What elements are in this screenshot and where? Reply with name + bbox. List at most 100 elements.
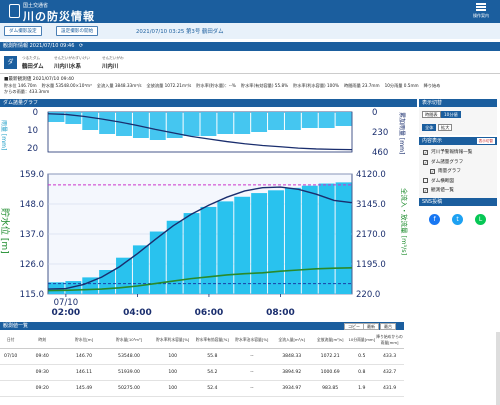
level-tick-label: 148.0 bbox=[20, 200, 44, 210]
rain-bar bbox=[149, 112, 166, 140]
stat-item: 降り始め bbox=[423, 83, 441, 88]
x-tick-label-date: 07/10 bbox=[54, 298, 79, 308]
all-range-button[interactable]: 全体 bbox=[422, 124, 437, 131]
rain-bar bbox=[301, 112, 318, 128]
table-cell: -- bbox=[232, 348, 272, 365]
cumrain-tick-label: 0 bbox=[372, 108, 377, 118]
report-datetime: 2021/07/10 03:25 第3号 鶴田ダム bbox=[136, 29, 224, 35]
table-cell: 1.9 bbox=[348, 380, 376, 397]
flow-axis-label: 全流入・放流量 [m³/s] bbox=[400, 188, 409, 255]
observation-table-section: 観測値一覧 コピー 最新 最古 日付 時刻 貯水位[m] 貯水量[10³m³] 貯水率利… bbox=[0, 322, 500, 405]
display-checkbox-label: 観測値一覧 bbox=[431, 188, 454, 193]
rain-tick-label: 20 bbox=[27, 144, 38, 154]
stat-item: 全流入量 3848.33m³/s bbox=[96, 83, 142, 88]
latest-button[interactable]: 最新 bbox=[363, 323, 379, 330]
ten-min-button[interactable]: 10分値 bbox=[441, 111, 461, 118]
level-tick-label: 137.0 bbox=[20, 230, 44, 240]
flow-tick-label: 4120.0 bbox=[356, 170, 386, 180]
table-body: 07/10 09:40 146.70 53548.00 100 55.8 -- 3848.33… bbox=[0, 348, 404, 397]
table-cell: 433.3 bbox=[375, 348, 404, 365]
display-checkbox-label: ダム諸量グラフ bbox=[431, 159, 464, 165]
inflow-bar bbox=[301, 185, 318, 294]
auto-capture-button[interactable]: 設定撮影の開始 bbox=[56, 26, 99, 36]
x-tick-label: 08:00 bbox=[266, 308, 295, 318]
display-checkbox[interactable]: ダム横断図 bbox=[423, 177, 454, 184]
divider bbox=[0, 73, 500, 74]
checkbox-checked-icon: ✓ bbox=[423, 150, 428, 155]
inflow-bar bbox=[284, 187, 301, 294]
rain-bar bbox=[335, 112, 352, 126]
display-checkbox-label: 河川予警報情報一覧 bbox=[431, 150, 473, 155]
graph-section-title: ダム諸量グラフ bbox=[3, 100, 39, 106]
checkbox-unchecked-icon bbox=[423, 177, 428, 183]
dam-name: 鶴田ダム bbox=[22, 64, 44, 70]
display-checkbox[interactable]: ✓ ダム諸量グラフ bbox=[423, 159, 463, 165]
table-cell: 1000.69 bbox=[311, 364, 349, 381]
cumrain-axis-label: 累加雨量 [mm] bbox=[398, 112, 406, 154]
hourly-button[interactable]: 時間表 bbox=[422, 111, 441, 118]
table-row: 07/10 09:40 146.70 53548.00 100 55.8 -- 3848.33… bbox=[0, 348, 404, 365]
flow-tick-label: 220.0 bbox=[356, 290, 380, 300]
column-header: 貯水率利水容量[%] bbox=[152, 332, 193, 349]
content-display-tag[interactable]: 表示切替 bbox=[476, 138, 495, 144]
rain-bar bbox=[99, 112, 116, 134]
dam-settings-button[interactable]: ダム撮影設定 bbox=[4, 26, 42, 36]
rain-tick-label: 0 bbox=[33, 108, 38, 118]
menu-button[interactable]: 操作案内 bbox=[468, 3, 494, 19]
inflow-bar bbox=[335, 182, 352, 294]
dam-graph-svg: 0 10 20 0 230 460 雨量 [mm] 累加雨量 [mm] 159.0 148.0 13… bbox=[0, 108, 409, 318]
stat-item: 10分雨量 0.5mm bbox=[384, 83, 419, 88]
dam-name-col: つるたダム 鶴田ダム bbox=[22, 56, 44, 70]
rain-bar bbox=[268, 112, 284, 130]
copy-button[interactable]: コピー bbox=[344, 323, 364, 330]
rain-bar bbox=[251, 112, 268, 132]
table-cell bbox=[0, 364, 22, 381]
display-checkbox[interactable]: ✓ 河川予警報情報一覧 bbox=[423, 149, 472, 155]
display-checkbox[interactable]: ✓ 雨量グラフ bbox=[430, 168, 461, 174]
table-cell: 100 bbox=[152, 380, 193, 397]
table-cell: 50275.00 bbox=[105, 380, 153, 397]
table-scrollbar[interactable] bbox=[496, 332, 500, 405]
refresh-icon[interactable]: ⟳ bbox=[79, 43, 83, 49]
mlit-logo-icon bbox=[9, 4, 20, 18]
rain-bar bbox=[318, 112, 335, 128]
table-cell: 146.11 bbox=[63, 364, 106, 381]
cumrain-tick-label: 230 bbox=[372, 128, 388, 138]
graph-section-header: ダム諸量グラフ bbox=[0, 99, 417, 107]
x-tick-label: 04:00 bbox=[123, 308, 152, 318]
column-header: 貯水量[10³m³] bbox=[105, 332, 153, 349]
rain-bar bbox=[284, 112, 301, 130]
line-icon[interactable]: L bbox=[475, 214, 486, 225]
twitter-icon[interactable]: t bbox=[452, 214, 463, 225]
level-axis-label: 貯水位 [m] bbox=[0, 208, 11, 254]
level-tick-label: 126.0 bbox=[20, 260, 44, 270]
rain-bar bbox=[183, 112, 200, 136]
cumulative-rain-note: からの雨量：433.3mm bbox=[4, 89, 50, 94]
facebook-icon[interactable]: f bbox=[429, 214, 440, 225]
display-checkbox[interactable]: ✓ 観測値一覧 bbox=[423, 187, 454, 193]
stat-item: 貯水量 53548.00×10³m³ bbox=[41, 83, 92, 88]
latest-observation-time: ■最新観測値 2021/07/10 09:40 bbox=[4, 77, 74, 82]
column-header: 日付 bbox=[0, 332, 22, 349]
table-cell: 54.2 bbox=[192, 364, 233, 381]
table-cell: 100 bbox=[152, 364, 193, 381]
rain-tick-label: 10 bbox=[27, 126, 38, 136]
app-header: 国土交通省 川の防災情報 操作案内 bbox=[0, 0, 500, 23]
toolbar: ダム撮影設定 設定撮影の開始 2021/07/10 03:25 第3号 鶴田ダム bbox=[0, 23, 500, 39]
inflow-bar bbox=[166, 220, 183, 294]
rain-bar bbox=[82, 112, 99, 130]
rain-bar bbox=[200, 112, 217, 136]
checkbox-checked-icon: ✓ bbox=[430, 169, 435, 174]
table-cell: 3848.33 bbox=[271, 348, 312, 365]
stat-item: 貯水率(有効容量) 55.8% bbox=[240, 83, 289, 88]
level-tick-label: 159.0 bbox=[20, 170, 44, 180]
x-tick-label: 06:00 bbox=[195, 308, 224, 318]
flow-tick-label: 1195.0 bbox=[356, 260, 386, 270]
zoom-button[interactable]: 拡大 bbox=[438, 124, 453, 131]
oldest-button[interactable]: 最古 bbox=[380, 323, 396, 330]
stat-item: 時間雨量 23.7mm bbox=[344, 83, 380, 88]
table-cell: 55.8 bbox=[192, 348, 233, 365]
observation-table-title: 観測値一覧 bbox=[3, 323, 29, 329]
inflow-bar bbox=[183, 213, 200, 294]
station-info-header: 観測所情報 2021/07/10 09:46 ⟳ bbox=[0, 42, 500, 51]
